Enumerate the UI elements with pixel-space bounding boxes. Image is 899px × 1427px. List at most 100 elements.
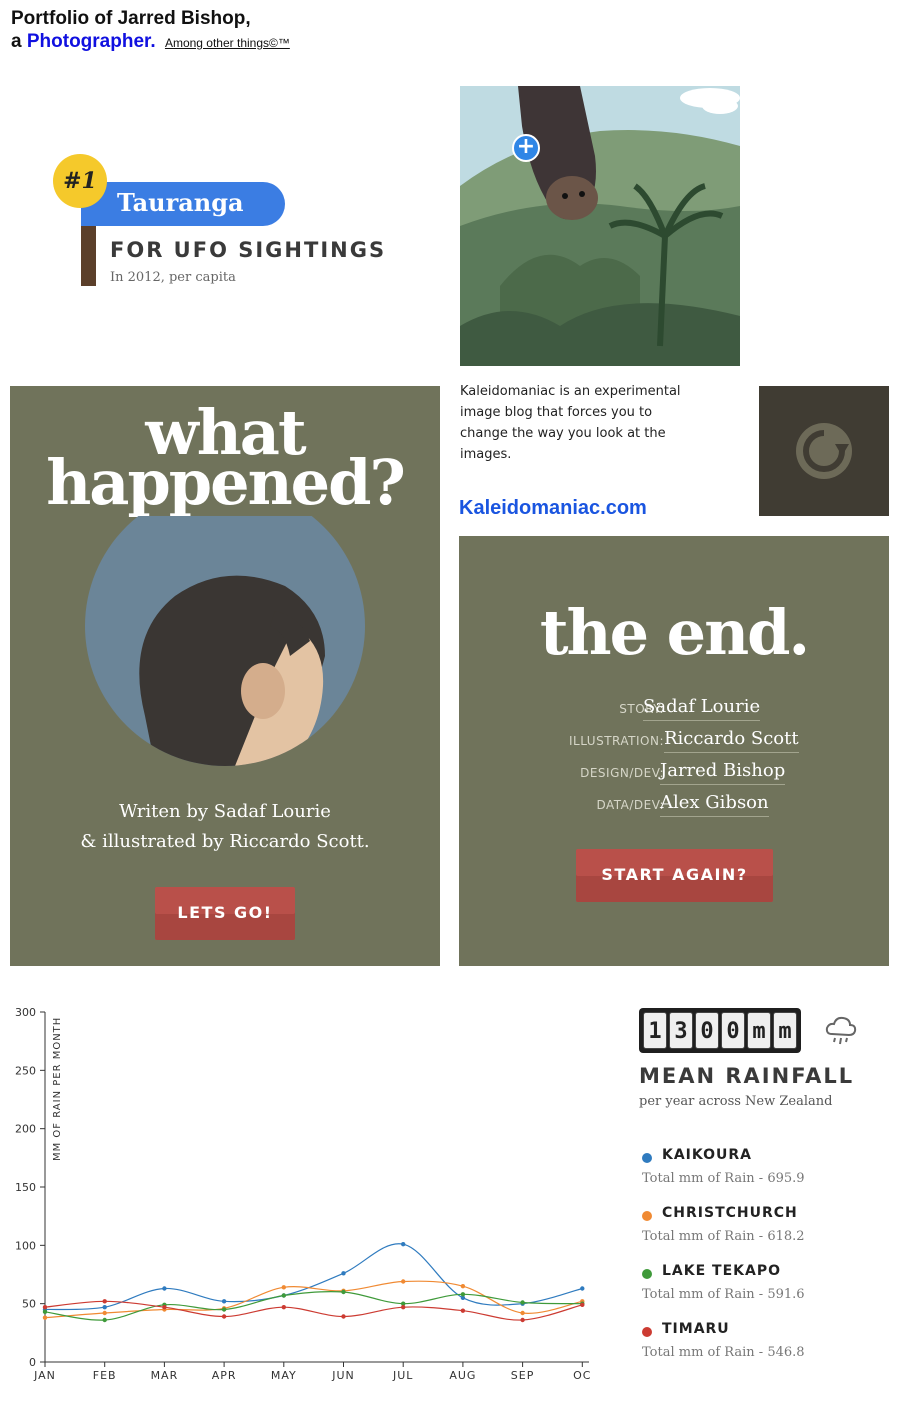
x-tick-label: FEB: [93, 1369, 117, 1382]
credit-person-link[interactable]: Jarred Bishop: [660, 758, 786, 785]
ufo-subtitle: In 2012, per capita: [110, 270, 236, 285]
credit-role: DESIGN/DEV:: [580, 766, 664, 780]
credit-row-data: DATA/DEV: Alex Gibson: [459, 790, 889, 822]
chart-legend: KAIKOURA Total mm of Rain - 695.9 CHRIST…: [642, 1145, 882, 1377]
data-point-kaikoura: [580, 1286, 585, 1291]
legend-dot: [642, 1269, 652, 1279]
counter-digit: 3: [669, 1012, 693, 1049]
data-point-kaikoura: [221, 1299, 227, 1304]
start-again-button[interactable]: START AGAIN?: [576, 849, 773, 902]
reload-tile[interactable]: [759, 386, 889, 516]
data-point-lake-tekapo: [102, 1317, 107, 1323]
kaleidomaniac-description: Kaleidomaniac is an experimental image b…: [460, 384, 681, 462]
x-tick-label: JUN: [331, 1369, 355, 1382]
counter-digit: 0: [721, 1012, 745, 1049]
legend-name: CHRISTCHURCH: [662, 1205, 798, 1221]
data-point-lake-tekapo: [520, 1300, 525, 1305]
city-name: Tauranga: [117, 188, 244, 217]
data-point-timaru: [281, 1304, 286, 1310]
header-subtitle: a Photographer. Among other things©™: [11, 30, 290, 55]
tagline-link[interactable]: Among other things©™: [165, 36, 290, 50]
plus-icon[interactable]: +: [512, 134, 540, 162]
data-point-timaru: [221, 1314, 227, 1319]
story-credit-writer: Writen by Sadaf Lourie: [119, 801, 331, 822]
ufo-sightings-card[interactable]: Tauranga #1 FOR UFO SIGHTINGS In 2012, p…: [50, 150, 410, 300]
y-tick-label: 50: [22, 1298, 36, 1311]
credit-row-illustration: ILLUSTRATION: Riccardo Scott: [459, 726, 889, 758]
rainfall-counter: 1 3 0 0 m m: [639, 1008, 801, 1053]
data-point-timaru: [520, 1317, 525, 1323]
x-tick-label: MAR: [151, 1369, 179, 1382]
kaleidomaniac-link[interactable]: Kaleidomaniac.com: [459, 497, 647, 520]
rainfall-chart-svg: 0 50 100 150 200 250 300 JAN FEB MAR APR MAY JUN JUL A…: [15, 1006, 591, 1382]
mean-rainfall-title: MEAN RAINFALL: [639, 1064, 855, 1088]
legend-name: TIMARU: [662, 1321, 730, 1337]
mean-rainfall-subtitle: per year across New Zealand: [639, 1094, 833, 1109]
data-point-timaru: [580, 1302, 585, 1308]
legend-total: Total mm of Rain - 591.6: [642, 1287, 805, 1302]
data-point-christchurch: [460, 1283, 466, 1289]
ufo-headline: FOR UFO SIGHTINGS: [110, 238, 387, 262]
y-tick-label: 150: [15, 1181, 36, 1194]
x-tick-label: OC: [573, 1369, 591, 1382]
data-point-timaru: [401, 1304, 406, 1310]
data-point-kaikoura: [341, 1271, 346, 1276]
legend-item-christchurch[interactable]: CHRISTCHURCH Total mm of Rain - 618.2: [642, 1203, 882, 1261]
story-title-line2: happened?: [46, 446, 406, 519]
rain-cloud-icon: [825, 1016, 857, 1045]
x-tick-label: MAY: [271, 1369, 297, 1382]
credit-role: DATA/DEV:: [596, 798, 664, 812]
story-end-title: the end.: [539, 596, 810, 669]
credit-role: ILLUSTRATION:: [568, 734, 664, 748]
data-point-christchurch: [42, 1315, 48, 1320]
y-tick-label: 200: [15, 1123, 36, 1136]
y-axis-label: MM OF RAIN PER MONTH: [52, 1017, 63, 1161]
story-end-panel: the end. STORY: Sadaf Lourie ILLUSTRATIO…: [459, 536, 889, 966]
data-point-timaru: [162, 1304, 167, 1310]
bat-illustration[interactable]: +: [460, 86, 740, 366]
header-title: Portfolio of Jarred Bishop,: [11, 8, 251, 29]
rank-badge: #1: [53, 154, 107, 208]
legend-dot: [642, 1327, 652, 1337]
credit-row-design: DESIGN/DEV: Jarred Bishop: [459, 758, 889, 790]
legend-item-kaikoura[interactable]: KAIKOURA Total mm of Rain - 695.9: [642, 1145, 882, 1203]
data-point-kaikoura: [162, 1286, 167, 1291]
legend-dot: [642, 1211, 652, 1221]
legend-name: LAKE TEKAPO: [662, 1263, 782, 1279]
counter-digit: 0: [695, 1012, 719, 1049]
photographer-link[interactable]: Photographer.: [27, 31, 156, 52]
legend-dot: [642, 1153, 652, 1163]
legend-item-lake-tekapo[interactable]: LAKE TEKAPO Total mm of Rain - 591.6: [642, 1261, 882, 1319]
data-point-timaru: [42, 1304, 48, 1310]
legend-name: KAIKOURA: [662, 1147, 752, 1163]
data-point-christchurch: [102, 1310, 107, 1316]
data-point-christchurch: [520, 1310, 525, 1316]
data-point-lake-tekapo: [221, 1307, 227, 1312]
y-tick-label: 300: [15, 1006, 36, 1019]
story-credit-illustrator: & illustrated by Riccardo Scott.: [80, 831, 370, 852]
data-point-lake-tekapo: [281, 1293, 286, 1298]
reload-icon[interactable]: [759, 386, 889, 516]
story-intro-panel: what happened? Writen by Sadaf Lourie & …: [10, 386, 440, 966]
credit-row-story: STORY: Sadaf Lourie: [459, 694, 889, 726]
series-line-timaru: [44, 1300, 583, 1321]
header-prefix: a: [11, 31, 22, 52]
legend-item-timaru[interactable]: TIMARU Total mm of Rain - 546.8: [642, 1319, 882, 1377]
credit-person-link[interactable]: Riccardo Scott: [664, 726, 799, 753]
x-tick-label: APR: [212, 1369, 237, 1382]
x-tick-label: SEP: [511, 1369, 535, 1382]
page-header: Portfolio of Jarred Bishop, a Photograph…: [11, 7, 290, 55]
data-point-kaikoura: [401, 1241, 406, 1247]
story-credits: Writen by Sadaf Lourie & illustrated by …: [10, 797, 440, 857]
data-point-timaru: [341, 1314, 346, 1319]
data-point-timaru: [460, 1308, 466, 1313]
legend-total: Total mm of Rain - 618.2: [642, 1229, 805, 1244]
credit-person-link[interactable]: Alex Gibson: [660, 790, 769, 817]
credit-person-link[interactable]: Sadaf Lourie: [643, 694, 761, 721]
lets-go-button[interactable]: LETS GO!: [155, 887, 295, 940]
counter-digit: 1: [643, 1012, 667, 1049]
x-tick-label: AUG: [449, 1369, 476, 1382]
legend-total: Total mm of Rain - 695.9: [642, 1171, 805, 1186]
counter-digit: m: [773, 1012, 797, 1049]
boy-portrait: [85, 486, 365, 766]
